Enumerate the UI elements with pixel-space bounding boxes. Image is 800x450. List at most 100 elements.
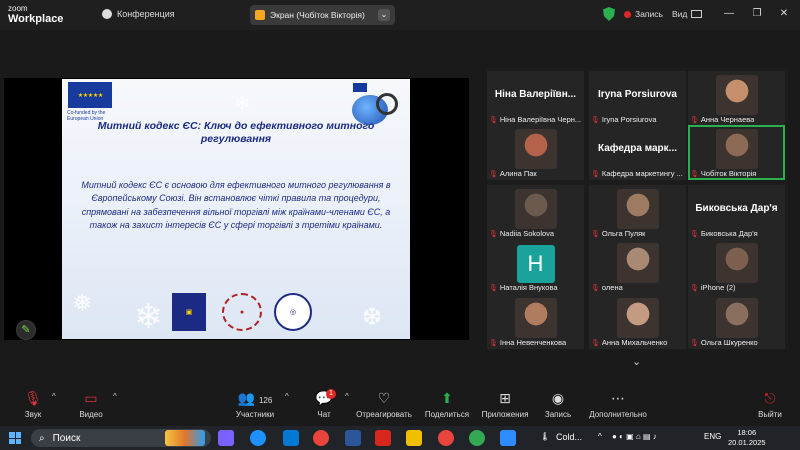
react-label: Отреагировать [356,410,412,419]
tray-expand-icon[interactable]: ^ [598,432,602,441]
conference-label: Конференция [117,9,175,19]
participant-tile[interactable]: 🎙 iPhone (2) [688,239,785,294]
participant-tile[interactable]: Ніна Валеріївн... 🎙 Ніна Валеріївна Черн..… [487,71,584,126]
record-dot-icon [624,10,631,18]
participant-name: Iryna Porsiurova [601,115,657,124]
participant-tile[interactable]: 🎙 Інна Невенченкова [487,294,584,349]
clock-time: 18:06 [737,428,757,437]
mic-muted-icon: 🎙 [489,339,498,347]
view-button[interactable]: Вид [672,9,703,19]
acrobat-icon[interactable] [375,430,391,446]
participant-display-name: Биковська Дар'я [695,203,778,214]
eu-flag-small-logo [353,83,367,92]
participant-name-label: 🎙 Ольга Пуляк [591,229,645,238]
participant-video [616,189,659,229]
chrome-icon[interactable] [313,430,329,446]
participant-tile[interactable]: Iryna Porsiurova 🎙 Iryna Porsiurova [589,71,686,126]
mic-muted-icon: 🎙 [591,339,600,347]
participant-name: Nadiia Sokolova [499,229,555,238]
university-seal-logo: ● [222,293,262,331]
participant-tile[interactable]: Биковська Дар'я 🎙 Биковська Дар'я [688,185,785,240]
video-button[interactable]: ▭ Видео [76,390,106,419]
mic-muted-icon: 🎙 [591,230,600,238]
paw-icon [102,9,112,19]
participant-tile[interactable]: 🎙 Ольга Шкуренко [688,294,785,349]
video-off-icon: ▭ [84,390,98,406]
audio-label: Звук [24,410,42,419]
participant-name: олена [601,283,623,292]
chevron-down-icon[interactable]: ⌄ [378,9,390,21]
participant-tile[interactable]: 🎙 Nadiia Sokolova [487,185,584,240]
participant-display-name: Iryna Porsiurova [598,89,677,100]
language-indicator[interactable]: ENG [704,432,721,441]
mic-off-icon: 🎙 [24,390,42,406]
participant-tile[interactable]: 🎙 Чобіток Вікторія [688,125,785,180]
participants-button[interactable]: 👥 126 Участники [233,390,277,419]
copilot-icon[interactable] [218,430,234,446]
conference-menu[interactable]: Конференция [102,9,175,19]
gallery-next-chevron-icon[interactable]: ⌄ [632,355,641,368]
share-button[interactable]: ⬆ Поделиться [424,390,470,419]
snowflake-icon: ❄ [134,298,163,336]
audio-button[interactable]: 🎙 Звук [18,390,48,419]
share-arrow-icon: ⬆ [441,390,453,406]
more-dots-icon: ⋯ [611,390,625,406]
mail-icon[interactable] [283,430,299,446]
participant-tile[interactable]: 🎙 Ольга Пуляк [589,185,686,240]
apps-button[interactable]: ⊞ Приложения [480,390,530,419]
participant-gallery: Ніна Валеріївн... 🎙 Ніна Валеріївна Черн..… [487,68,788,350]
participants-icon: 👥 126 [237,390,273,406]
snowflake-icon: ❆ [362,304,383,331]
security-shield-icon[interactable] [603,7,615,21]
mic-muted-icon: 🎙 [690,284,699,292]
participant-tile[interactable]: H 🎙 Наталія Внукова [487,239,584,294]
zoom-taskbar-icon[interactable] [500,430,516,446]
participant-tile[interactable]: 🎙 Алина Пак [487,125,584,180]
chrome-icon[interactable] [438,430,454,446]
thermometer-icon: 🌡 [540,432,551,441]
chat-button[interactable]: 💬 1 Чат [312,389,336,419]
participant-video [514,298,557,338]
word-icon[interactable] [345,430,361,446]
recording-indicator[interactable]: Запись [624,9,663,19]
close-icon[interactable]: ✕ [777,8,791,19]
chrome-icon[interactable] [469,430,485,446]
participant-name-label: 🎙 Алина Пак [489,169,537,178]
news-widget-icon[interactable] [165,430,205,446]
participant-name: Ніна Валеріївна Черн... [499,115,582,124]
record-button[interactable]: ◉ Запись [543,390,573,419]
mic-muted-icon: 🎙 [591,284,600,292]
annotate-pen-icon[interactable]: ✎ [16,320,36,340]
mic-muted-icon: 🎙 [690,230,699,238]
windows-taskbar: ⌕ Поиск 🌡 Cold... ^ ● ◐ ▣ ⌂ ▤ ♪ ENG 18:0… [0,426,800,450]
mic-muted-icon: 🎙 [690,116,699,124]
tray-icons[interactable]: ● ◐ ▣ ⌂ ▤ ♪ [612,432,657,441]
react-button[interactable]: ♡ Отреагировать [356,390,412,419]
clock[interactable]: 18:06 20.01.2025 [728,428,766,448]
participant-name-label: 🎙 Наталія Внукова [489,283,558,292]
top-bar: zoom Workplace Конференция Экран (Чобіто… [0,0,800,30]
file-explorer-icon[interactable] [406,430,422,446]
participant-tile[interactable]: Кафедра марк... 🎙 Кафедра маркетингу ... [589,125,686,180]
exit-door-icon: ⎋ [764,390,776,406]
share-label: Поделиться [424,410,470,419]
participant-name-label: 🎙 Анна Чернаева [690,115,754,124]
participant-tile[interactable]: 🎙 олена [589,239,686,294]
screen-share-indicator[interactable]: Экран (Чобіток Вікторія) ⌄ [250,5,395,25]
more-button[interactable]: ⋯ Дополнительно [588,390,648,419]
heart-icon: ♡ [377,390,391,406]
participant-name: Анна Михальченко [601,338,668,347]
participant-tile[interactable]: 🎙 Анна Михальченко [589,294,686,349]
participant-tile[interactable]: 🎙 Анна Чернаева [688,71,785,126]
search-icon: ⌕ [39,432,45,444]
minimize-icon[interactable]: — [722,8,736,19]
participant-video [715,298,758,338]
leave-label: Выйти [758,410,782,419]
zoom-window: zoom Workplace Конференция Экран (Чобіто… [0,0,800,450]
participant-name: Анна Чернаева [700,115,755,124]
edge-icon[interactable] [250,430,266,446]
windows-start-icon[interactable] [9,432,21,444]
leave-button[interactable]: ⎋ Выйти [756,390,784,419]
weather-label[interactable]: Cold... [556,432,582,442]
restore-icon[interactable]: ❐ [750,8,764,19]
